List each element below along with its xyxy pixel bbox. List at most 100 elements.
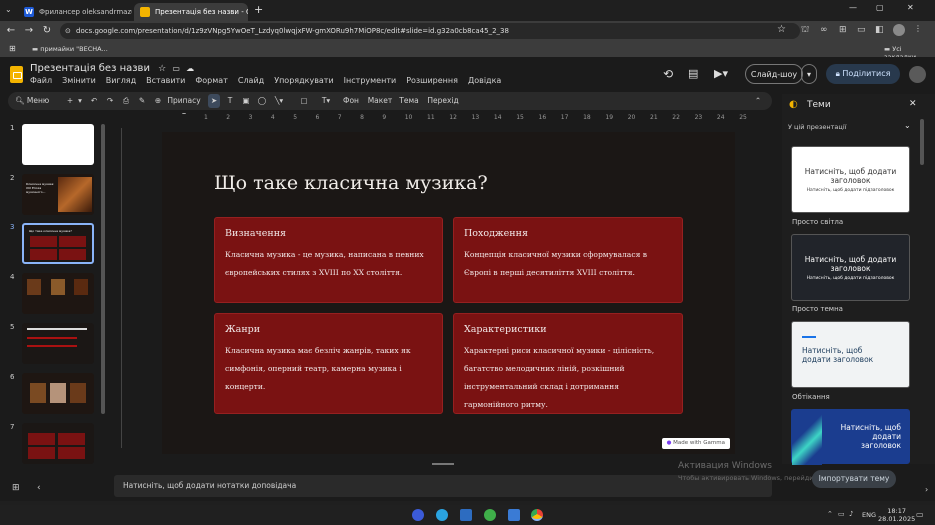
theme-button[interactable]: Тема (399, 94, 419, 108)
paint-format-icon[interactable]: ✎ (136, 94, 148, 108)
back-icon[interactable]: ← (4, 24, 18, 38)
window-close-icon[interactable]: ✕ (907, 3, 914, 12)
maximize-icon[interactable]: ▢ (876, 3, 884, 12)
collapse-toolbar-icon[interactable]: ⌃ (752, 94, 764, 108)
share-button[interactable]: 🔒︎ Поділитися (826, 64, 900, 84)
print-icon[interactable]: ⎙ (120, 94, 132, 108)
slide-thumbnail-6[interactable] (22, 373, 94, 414)
side-panel-toggle-icon[interactable]: › (925, 485, 928, 494)
menu-arrange[interactable]: Упорядкувати (274, 76, 333, 85)
card-genres[interactable]: Жанри Класична музика має безліч жанрів,… (214, 313, 443, 414)
menu-file[interactable]: Файл (30, 76, 52, 85)
extension-icon[interactable]: ∞ (820, 25, 828, 35)
slide-thumbnail-7[interactable] (22, 423, 94, 464)
app-icon[interactable] (412, 509, 424, 521)
notification-icon[interactable]: ▭ (916, 510, 924, 519)
move-folder-icon[interactable]: ▭ (172, 64, 180, 73)
filmstrip-scrollbar[interactable] (101, 124, 105, 414)
slideshow-button[interactable]: Слайд-шоу (745, 64, 803, 84)
comment-add-icon[interactable]: ▢ (298, 94, 310, 108)
tab-list-chevron-icon[interactable]: ⌄ (5, 5, 12, 14)
horizontal-ruler[interactable]: 1 2 3 4 5 6 7 8 9 10 11 12 13 14 15 16 17 18 19 20 21 22 23 24 2… (162, 114, 747, 122)
collapse-filmstrip-icon[interactable]: ‹ (37, 483, 41, 493)
slide-thumbnail-5[interactable] (22, 323, 94, 364)
chevron-down-icon[interactable]: ⌄ (904, 121, 911, 130)
chrome-icon[interactable] (531, 509, 543, 521)
undo-icon[interactable]: ↶ (88, 94, 100, 108)
app-icon[interactable] (484, 509, 496, 521)
background-button[interactable]: Фон (341, 94, 361, 108)
menu-format[interactable]: Формат (195, 76, 227, 85)
theme-focus[interactable]: Натисніть, щоб додати заголовок (791, 409, 910, 465)
theme-streamline[interactable]: Натисніть, щоб додати заголовок (791, 321, 910, 388)
menu-view[interactable]: Вигляд (106, 76, 136, 85)
clock[interactable]: 18:17 28.01.2025 (878, 507, 915, 523)
volume-icon[interactable]: ♪ (849, 510, 853, 518)
menu-help[interactable]: Довідка (468, 76, 501, 85)
site-info-icon[interactable]: ⊙ (65, 23, 71, 39)
menu-extensions[interactable]: Розширення (406, 76, 458, 85)
text-box-icon[interactable]: T (224, 94, 236, 108)
slides-logo-icon[interactable] (10, 66, 23, 83)
language-indicator[interactable]: ENG (862, 511, 876, 519)
slide-thumbnail-4[interactable] (22, 273, 94, 314)
extension-icon[interactable]: ▭ (857, 25, 866, 35)
slide-thumbnail-3[interactable]: Що таке класична музика? (22, 223, 94, 264)
slideshow-options-button[interactable]: ▾ (801, 64, 817, 84)
theme-simple-dark[interactable]: Натисніть, щоб додати заголовок Натисніт… (791, 234, 910, 301)
menu-search[interactable]: 🔍︎ Меню (15, 94, 60, 108)
reload-icon[interactable]: ↻ (40, 24, 54, 38)
slide-title[interactable]: Що таке класична музика? (214, 172, 488, 194)
app-icon[interactable] (508, 509, 520, 521)
extension-icon[interactable]: ⛫ (801, 25, 809, 36)
tray-chevron-icon[interactable]: ⌃ (827, 510, 833, 518)
history-icon[interactable]: ⟲ (663, 67, 673, 81)
slide-thumbnail-1[interactable] (22, 124, 94, 165)
zoom-icon[interactable]: ⊕ (152, 94, 164, 108)
forward-icon[interactable]: → (22, 24, 36, 38)
file-explorer-icon[interactable] (460, 509, 472, 521)
menu-tools[interactable]: Інструменти (344, 76, 397, 85)
meet-icon[interactable]: ▶▾ (714, 67, 728, 80)
card-characteristics[interactable]: Характеристики Характерні риси класичної… (453, 313, 683, 414)
minimize-icon[interactable]: — (849, 3, 857, 12)
star-icon[interactable]: ☆ (158, 64, 166, 74)
import-theme-button[interactable]: Імпортувати тему (812, 470, 896, 488)
new-slide-icon[interactable]: + (65, 94, 75, 108)
text-format-icon[interactable]: T▾ (318, 94, 334, 108)
slide-thumbnail-2[interactable]: Класична музика: ХІХ Епоха музичного... (22, 174, 94, 215)
speaker-notes[interactable]: Натисніть, щоб додати нотатки доповідача (114, 475, 772, 497)
browser-menu-icon[interactable]: ⋮ (914, 24, 922, 33)
image-icon[interactable]: ▣ (240, 94, 252, 108)
theme-simple-light[interactable]: Натисніть, щоб додати заголовок Натисніт… (791, 146, 910, 213)
account-avatar[interactable] (909, 66, 926, 83)
vertical-ruler[interactable] (114, 128, 122, 448)
transition-button[interactable]: Перехід (427, 94, 459, 108)
layout-button[interactable]: Макет (367, 94, 393, 108)
document-title[interactable]: Презентація без назви ☆ ▭ ☁ (30, 63, 194, 74)
telegram-icon[interactable] (436, 509, 448, 521)
new-slide-dropdown-icon[interactable]: ▾ (76, 94, 84, 108)
bookmark-star-icon[interactable]: ☆ (777, 24, 786, 35)
browser-tab-presentation[interactable]: Презентація без назви - Goo ✕ (134, 3, 248, 21)
line-icon[interactable]: ╲▾ (272, 94, 286, 108)
network-icon[interactable]: ▭ (838, 510, 845, 518)
new-tab-icon[interactable]: + (254, 3, 263, 16)
extension-icon[interactable]: ◧ (875, 25, 884, 35)
made-with-gamma-badge[interactable]: ● Made with Gamma (661, 438, 730, 449)
bookmark-item[interactable]: ▬ примайки "ВЕСНА... (32, 45, 108, 53)
grid-view-icon[interactable]: ⊞ (12, 483, 20, 493)
shape-icon[interactable]: ◯ (256, 94, 268, 108)
url-field[interactable]: ⊙ docs.google.com/presentation/d/1z9zVNp… (60, 23, 800, 39)
extension-icon[interactable]: ⊞ (839, 25, 847, 35)
card-definition[interactable]: Визначення Класична музика - це музика, … (214, 217, 443, 303)
profile-avatar[interactable] (893, 24, 905, 36)
menu-insert[interactable]: Вставити (146, 76, 185, 85)
comments-icon[interactable]: ▤ (688, 67, 698, 80)
select-cursor-icon[interactable]: ➤ (208, 94, 220, 108)
close-icon[interactable]: ✕ (909, 99, 917, 109)
apps-grid-icon[interactable]: ⊞ (9, 44, 16, 53)
slide-canvas[interactable]: Що таке класична музика? Визначення Клас… (162, 132, 735, 454)
redo-icon[interactable]: ↷ (104, 94, 116, 108)
notes-resize-handle[interactable] (432, 463, 454, 465)
